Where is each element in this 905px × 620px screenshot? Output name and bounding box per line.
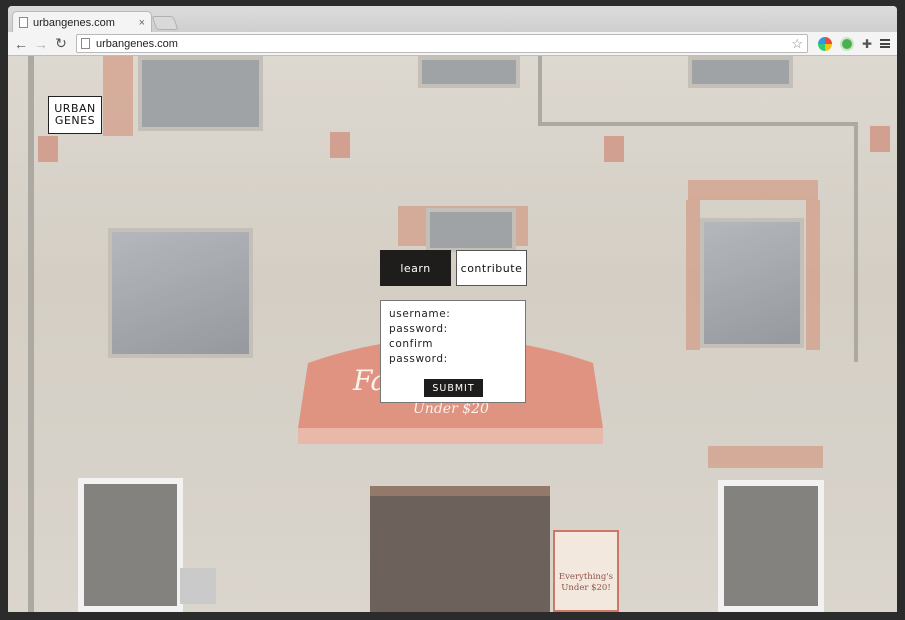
confirm-password-label[interactable]: confirm xyxy=(389,337,517,352)
username-field-label[interactable]: username: xyxy=(389,307,517,322)
auth-tabs: learn contribute xyxy=(380,250,527,286)
confirm-password-field-label[interactable]: password: xyxy=(389,352,517,367)
reload-icon[interactable]: ↻ xyxy=(52,35,70,53)
password-field-label[interactable]: password: xyxy=(389,322,517,337)
address-bar[interactable]: urbangenes.com ☆ xyxy=(76,34,808,53)
page-favicon-icon xyxy=(19,17,28,28)
green-circle-icon[interactable] xyxy=(840,36,854,51)
page-viewport: Fa ds Under $20 Everything's Under $20! … xyxy=(8,56,897,612)
browser-toolbar: ← → ↻ urbangenes.com ☆ ✚ xyxy=(8,32,897,56)
submit-button[interactable]: SUBMIT xyxy=(424,379,483,397)
star-icon[interactable]: ☆ xyxy=(791,36,803,52)
tab-close-icon[interactable]: × xyxy=(139,17,145,29)
tab-learn[interactable]: learn xyxy=(380,250,451,286)
tab-contribute[interactable]: contribute xyxy=(456,250,527,286)
puzzle-icon[interactable]: ✚ xyxy=(862,37,872,51)
urban-genes-logo[interactable]: URBAN GENES xyxy=(48,96,102,134)
logo-line-2: GENES xyxy=(54,114,96,127)
chromatic-icon[interactable] xyxy=(818,36,832,51)
new-tab-button[interactable] xyxy=(151,16,179,30)
tab-title: urbangenes.com xyxy=(33,16,115,29)
back-arrow-icon[interactable]: ← xyxy=(12,35,30,53)
tab-strip: urbangenes.com × xyxy=(8,6,897,33)
hamburger-menu-icon[interactable] xyxy=(880,39,891,48)
signup-form: username: password: confirm password: SU… xyxy=(380,300,526,403)
page-icon xyxy=(81,38,90,49)
browser-window: urbangenes.com × ← → ↻ urbangenes.com ☆ … xyxy=(8,6,897,612)
browser-tab[interactable]: urbangenes.com × xyxy=(12,11,152,33)
address-url[interactable]: urbangenes.com xyxy=(96,38,178,50)
forward-arrow-icon[interactable]: → xyxy=(32,35,50,53)
